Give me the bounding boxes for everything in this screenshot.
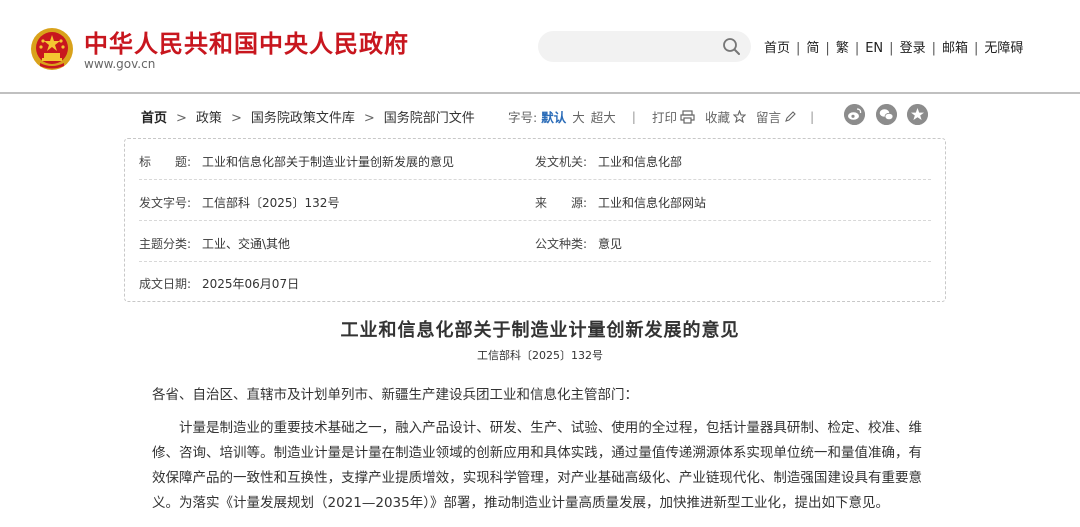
nav-separator: | — [796, 41, 801, 56]
article-doc-number: 工信部科〔2025〕132号 — [477, 349, 603, 362]
font-size-xlarge[interactable]: 超大 — [591, 107, 616, 126]
source-label: 来 源: — [535, 196, 588, 210]
doc-number-value: 工信部科〔2025〕132号 — [202, 196, 340, 210]
topic-label: 主题分类: — [139, 237, 192, 251]
issuer-value: 工业和信息化部 — [598, 155, 683, 169]
search-input[interactable] — [538, 31, 751, 62]
article-salutation: 各省、自治区、直辖市及计划单列市、新疆生产建设兵团工业和信息化主管部门： — [152, 387, 638, 403]
meta-row: 标 题: 工业和信息化部关于制造业计量创新发展的意见 发文机关: 工业和信息化部 — [139, 139, 931, 180]
header-divider — [0, 92, 1080, 94]
meta-row: 发文字号: 工信部科〔2025〕132号 来 源: 工业和信息化部网站 — [139, 180, 931, 221]
breadcrumb-home[interactable]: 首页 — [141, 111, 167, 126]
weibo-icon[interactable] — [844, 104, 865, 125]
chevron-right-icon: > — [230, 111, 242, 126]
nav-accessibility[interactable]: 无障碍 — [984, 41, 1023, 56]
breadcrumb-policy-library[interactable]: 国务院政策文件库 — [251, 111, 355, 126]
favorite-label: 收藏 — [705, 110, 731, 125]
nav-english[interactable]: EN — [865, 41, 883, 56]
nav-simplified[interactable]: 简 — [806, 41, 819, 56]
meta-row: 主题分类: 工业、交通\其他 公文种类: 意见 — [139, 221, 931, 262]
print-button[interactable]: 打印 — [652, 107, 695, 126]
doc-number-label: 发文字号: — [139, 196, 192, 210]
favorite-star-icon[interactable] — [907, 104, 928, 125]
print-label: 打印 — [651, 110, 677, 125]
pencil-icon — [785, 110, 796, 122]
nav-traditional[interactable]: 繁 — [836, 41, 849, 56]
topic-value: 工业、交通\其他 — [202, 237, 291, 251]
national-emblem-icon[interactable] — [30, 27, 74, 71]
nav-home[interactable]: 首页 — [764, 41, 790, 56]
tools-separator: | — [631, 109, 636, 124]
font-size-label: 字号: — [508, 110, 538, 125]
breadcrumb: 首页 > 政策 > 国务院政策文件库 > 国务院部门文件 — [141, 107, 475, 126]
font-size-large[interactable]: 大 — [572, 107, 585, 126]
nav-login[interactable]: 登录 — [900, 41, 926, 56]
star-icon — [733, 110, 747, 123]
doc-type-label: 公文种类: — [535, 237, 588, 251]
article-paragraph: 计量是制造业的重要技术基础之一，融入产品设计、研发、生产、试验、使用的全过程，包… — [152, 420, 922, 511]
site-header: 中华人民共和国中央人民政府 www.gov.cn 首页 | 简 | 繁 | EN | 登录 | 邮箱… — [0, 0, 1080, 92]
nav-separator: | — [825, 41, 830, 56]
breadcrumb-dept-docs[interactable]: 国务院部门文件 — [384, 111, 475, 126]
font-size-default[interactable]: 默认 — [541, 107, 566, 126]
top-nav: 首页 | 简 | 繁 | EN | 登录 | 邮箱 | 无障碍 — [764, 37, 1023, 56]
site-url: www.gov.cn — [84, 57, 156, 71]
meta-row: 成文日期: 2025年06月07日 — [139, 261, 931, 301]
nav-mail[interactable]: 邮箱 — [942, 41, 968, 56]
search-icon[interactable] — [722, 37, 741, 56]
source-value: 工业和信息化部网站 — [598, 196, 707, 210]
date-value: 2025年06月07日 — [202, 277, 300, 291]
nav-separator: | — [854, 41, 860, 56]
tools-separator: | — [810, 109, 815, 124]
favorite-button[interactable]: 收藏 — [705, 107, 747, 126]
chevron-right-icon: > — [363, 111, 375, 126]
date-label: 成文日期: — [139, 277, 192, 291]
comment-label: 留言 — [756, 110, 782, 125]
document-meta-table: 标 题: 工业和信息化部关于制造业计量创新发展的意见 发文机关: 工业和信息化部… — [124, 138, 946, 302]
wechat-icon[interactable] — [876, 104, 897, 125]
breadcrumb-policy[interactable]: 政策 — [196, 111, 222, 126]
doc-type-value: 意见 — [598, 237, 623, 251]
chevron-right-icon: > — [176, 111, 187, 126]
site-title[interactable]: 中华人民共和国中央人民政府 — [84, 24, 409, 59]
nav-separator: | — [889, 41, 894, 56]
article-tools: 字号: 默认 大 超大 | 打印 收藏 留言 | — [508, 107, 830, 126]
issuer-label: 发文机关: — [535, 155, 588, 169]
title-value: 工业和信息化部关于制造业计量创新发展的意见 — [202, 155, 455, 169]
nav-separator: | — [931, 41, 936, 56]
nav-separator: | — [973, 41, 979, 56]
article-title: 工业和信息化部关于制造业计量创新发展的意见 — [340, 320, 740, 341]
title-label: 标 题: — [139, 155, 192, 169]
comment-button[interactable]: 留言 — [756, 107, 796, 126]
print-icon — [680, 109, 695, 124]
